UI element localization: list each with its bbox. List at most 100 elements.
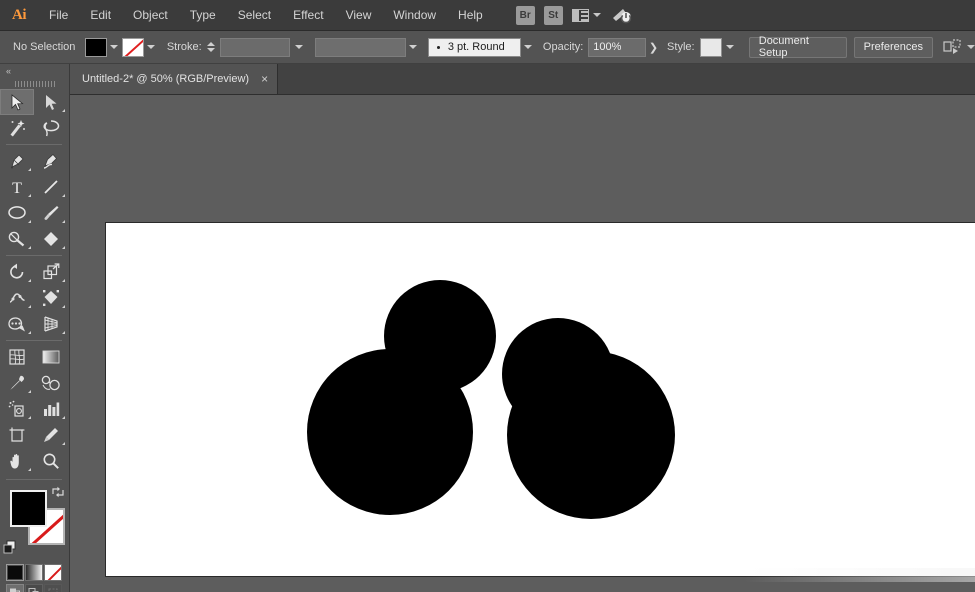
opacity-label: Opacity: xyxy=(543,41,583,53)
align-to-selection-icon[interactable] xyxy=(943,39,975,55)
fill-swatch[interactable] xyxy=(10,490,47,527)
shaper-tool[interactable] xyxy=(0,226,34,252)
line-segment-tool[interactable] xyxy=(34,174,68,200)
tool-grid: T xyxy=(0,89,68,474)
scale-tool[interactable] xyxy=(34,259,68,285)
illustrator-logo-icon: Ai xyxy=(0,0,38,31)
variable-width-profile-input[interactable] xyxy=(315,38,406,57)
blend-tool[interactable] xyxy=(34,370,68,396)
drawing-mode-buttons xyxy=(0,581,69,592)
fill-color-dropdown[interactable] xyxy=(107,38,121,57)
menu-object[interactable]: Object xyxy=(122,0,179,31)
color-mode-button[interactable] xyxy=(6,564,24,581)
stroke-weight-input[interactable] xyxy=(220,38,290,57)
menu-select[interactable]: Select xyxy=(227,0,282,31)
ellipse-tool[interactable] xyxy=(0,200,34,226)
curvature-tool[interactable] xyxy=(34,148,68,174)
pen-tool[interactable] xyxy=(0,148,34,174)
style-label: Style: xyxy=(667,41,695,53)
fill-color-swatch[interactable] xyxy=(85,38,107,57)
arrange-documents-icon[interactable] xyxy=(572,9,601,22)
lasso-tool[interactable] xyxy=(34,115,68,141)
control-panel: No Selection Stroke: 3 pt. Round xyxy=(0,31,975,64)
document-setup-button[interactable]: Document Setup xyxy=(749,37,847,58)
width-tool[interactable] xyxy=(0,285,34,311)
menu-bar-right-cluster: Br St xyxy=(516,6,632,25)
gradient-mode-button[interactable] xyxy=(25,564,43,581)
mesh-tool[interactable] xyxy=(0,344,34,370)
menu-help[interactable]: Help xyxy=(447,0,494,31)
menu-window[interactable]: Window xyxy=(382,0,447,31)
opacity-flyout-arrow[interactable]: ❯ xyxy=(646,38,661,57)
swap-fill-stroke-icon[interactable] xyxy=(51,485,65,499)
paintbrush-tool[interactable] xyxy=(34,200,68,226)
chevron-down-icon xyxy=(967,45,975,49)
tools-panel: « xyxy=(0,64,70,592)
menu-bar: Ai File Edit Object Type Select Effect V… xyxy=(0,0,975,31)
menu-edit[interactable]: Edit xyxy=(79,0,122,31)
tools-panel-drag-handle[interactable] xyxy=(0,78,69,89)
brush-preview-icon xyxy=(437,46,440,49)
none-mode-button[interactable] xyxy=(44,564,62,581)
canvas-area[interactable] xyxy=(70,95,975,592)
fill-stroke-indicator xyxy=(0,484,68,562)
workspace-switcher-icon[interactable] xyxy=(610,6,632,24)
magic-wand-tool[interactable] xyxy=(0,115,34,141)
tools-panel-collapse-button[interactable]: « xyxy=(0,64,69,78)
draw-normal-button[interactable] xyxy=(6,584,24,592)
selection-tool[interactable] xyxy=(0,89,34,115)
preferences-button[interactable]: Preferences xyxy=(854,37,933,58)
bridge-icon[interactable]: Br xyxy=(516,6,535,25)
collapse-icon: « xyxy=(6,66,11,76)
chevron-down-icon xyxy=(147,45,155,49)
eraser-tool[interactable] xyxy=(34,226,68,252)
chevron-down-icon xyxy=(726,45,734,49)
hand-tool[interactable] xyxy=(0,448,34,474)
symbol-sprayer-tool[interactable] xyxy=(0,396,34,422)
column-graph-tool[interactable] xyxy=(34,396,68,422)
menu-view[interactable]: View xyxy=(335,0,383,31)
brush-definition-label: 3 pt. Round xyxy=(448,41,505,53)
svg-text:T: T xyxy=(12,180,22,196)
stock-icon[interactable]: St xyxy=(544,6,563,25)
document-tab[interactable]: Untitled-2* @ 50% (RGB/Preview) × xyxy=(70,64,278,94)
slice-tool[interactable] xyxy=(34,422,68,448)
cloud-shape-artwork[interactable] xyxy=(70,95,975,592)
document-tab-bar: Untitled-2* @ 50% (RGB/Preview) × xyxy=(70,64,975,95)
menu-effect[interactable]: Effect xyxy=(282,0,334,31)
direct-selection-tool[interactable] xyxy=(34,89,68,115)
chevron-down-icon xyxy=(110,45,118,49)
shape-builder-tool[interactable] xyxy=(0,311,34,337)
stroke-weight-dropdown[interactable] xyxy=(292,38,307,57)
brush-definition-dropdown[interactable] xyxy=(521,38,535,57)
stroke-weight-group: Stroke: xyxy=(167,38,307,57)
graphic-style-dropdown[interactable] xyxy=(722,38,736,57)
eyedropper-tool[interactable] xyxy=(0,370,34,396)
rotate-tool[interactable] xyxy=(0,259,34,285)
close-icon[interactable]: × xyxy=(261,72,268,86)
color-mode-buttons xyxy=(0,562,69,581)
brush-definition-input[interactable]: 3 pt. Round xyxy=(428,38,521,57)
default-fill-stroke-icon[interactable] xyxy=(3,540,17,554)
chevron-down-icon xyxy=(524,45,532,49)
draw-inside-button[interactable] xyxy=(44,584,62,592)
free-transform-tool[interactable] xyxy=(34,285,68,311)
perspective-grid-tool[interactable] xyxy=(34,311,68,337)
opacity-input[interactable]: 100% xyxy=(588,38,646,57)
chevron-down-icon xyxy=(295,45,303,49)
stroke-color-dropdown[interactable] xyxy=(144,38,158,57)
variable-width-profile-dropdown[interactable] xyxy=(406,38,420,57)
chevron-down-icon xyxy=(593,13,601,17)
document-tab-title: Untitled-2* @ 50% (RGB/Preview) xyxy=(82,73,249,85)
graphic-style-swatch[interactable] xyxy=(700,38,723,57)
menu-type[interactable]: Type xyxy=(179,0,227,31)
artboard-tool[interactable] xyxy=(0,422,34,448)
gradient-tool[interactable] xyxy=(34,344,68,370)
type-tool[interactable]: T xyxy=(0,174,34,200)
stroke-weight-stepper[interactable] xyxy=(207,42,215,52)
draw-behind-button[interactable] xyxy=(25,584,43,592)
menu-file[interactable]: File xyxy=(38,0,79,31)
stroke-color-swatch[interactable] xyxy=(122,38,144,57)
zoom-tool[interactable] xyxy=(34,448,68,474)
stroke-weight-label: Stroke: xyxy=(167,41,202,53)
